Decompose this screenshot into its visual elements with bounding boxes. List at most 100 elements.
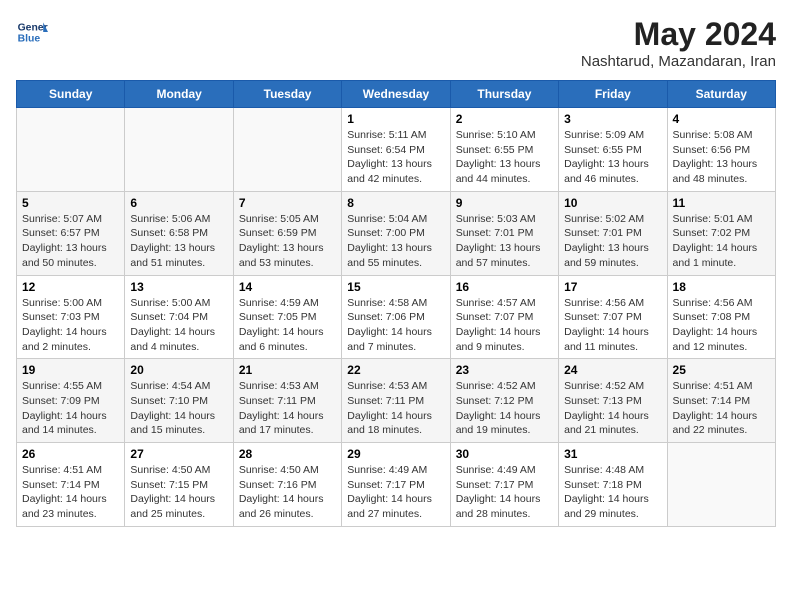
day-number: 12: [22, 280, 119, 294]
calendar-cell: 10 Sunrise: 5:02 AM Sunset: 7:01 PM Dayli…: [559, 191, 667, 275]
day-info: Sunrise: 4:49 AM Sunset: 7:17 PM Dayligh…: [456, 463, 553, 522]
day-info: Sunrise: 5:10 AM Sunset: 6:55 PM Dayligh…: [456, 128, 553, 187]
day-number: 13: [130, 280, 227, 294]
calendar-cell: 8 Sunrise: 5:04 AM Sunset: 7:00 PM Daylig…: [342, 191, 450, 275]
day-info: Sunrise: 5:02 AM Sunset: 7:01 PM Dayligh…: [564, 212, 661, 271]
day-info: Sunrise: 5:06 AM Sunset: 6:58 PM Dayligh…: [130, 212, 227, 271]
title-block: May 2024 Nashtarud, Mazandaran, Iran: [581, 16, 776, 70]
day-number: 22: [347, 363, 444, 377]
day-header-sunday: Sunday: [17, 81, 125, 108]
day-info: Sunrise: 4:52 AM Sunset: 7:12 PM Dayligh…: [456, 379, 553, 438]
calendar-cell: 23Sunrise: 4:52 AM Sunset: 7:12 PM Dayli…: [450, 359, 558, 443]
day-info: Sunrise: 5:04 AM Sunset: 7:00 PM Dayligh…: [347, 212, 444, 271]
day-number: 8: [347, 196, 444, 210]
day-number: 2: [456, 112, 553, 126]
calendar-cell: 24 Sunrise: 4:52 AM Sunset: 7:13 PM Dayli…: [559, 359, 667, 443]
day-number: 27: [130, 447, 227, 461]
day-info: Sunrise: 4:48 AM Sunset: 7:18 PM Dayligh…: [564, 463, 661, 522]
day-info: Sunrise: 5:09 AM Sunset: 6:55 PM Dayligh…: [564, 128, 661, 187]
calendar-cell: 4 Sunrise: 5:08 AM Sunset: 6:56 PM Daylig…: [667, 108, 775, 192]
day-info: Sunrise: 4:57 AM Sunset: 7:07 PM Dayligh…: [456, 296, 553, 355]
week-row-2: 5 Sunrise: 5:07 AM Sunset: 6:57 PM Daylig…: [17, 191, 776, 275]
calendar-cell: 20 Sunrise: 4:54 AM Sunset: 7:10 PM Dayli…: [125, 359, 233, 443]
day-number: 29: [347, 447, 444, 461]
calendar-cell: 30 Sunrise: 4:49 AM Sunset: 7:17 PM Dayli…: [450, 443, 558, 527]
day-info: Sunrise: 5:01 AM Sunset: 7:02 PM Dayligh…: [673, 212, 770, 271]
day-number: 31: [564, 447, 661, 461]
day-info: Sunrise: 4:55 AM Sunset: 7:09 PM Dayligh…: [22, 379, 119, 438]
logo-icon: General Blue: [16, 16, 48, 48]
days-header-row: SundayMondayTuesdayWednesdayThursdayFrid…: [17, 81, 776, 108]
day-header-wednesday: Wednesday: [342, 81, 450, 108]
calendar-cell: 12Sunrise: 5:00 AM Sunset: 7:03 PM Dayli…: [17, 275, 125, 359]
day-number: 16: [456, 280, 553, 294]
calendar-cell: 14 Sunrise: 4:59 AM Sunset: 7:05 PM Dayli…: [233, 275, 341, 359]
day-header-monday: Monday: [125, 81, 233, 108]
day-info: Sunrise: 4:52 AM Sunset: 7:13 PM Dayligh…: [564, 379, 661, 438]
day-number: 7: [239, 196, 336, 210]
day-header-friday: Friday: [559, 81, 667, 108]
day-number: 11: [673, 196, 770, 210]
day-info: Sunrise: 4:56 AM Sunset: 7:07 PM Dayligh…: [564, 296, 661, 355]
page-header: General Blue May 2024 Nashtarud, Mazanda…: [16, 16, 776, 70]
calendar-cell: 28Sunrise: 4:50 AM Sunset: 7:16 PM Dayli…: [233, 443, 341, 527]
day-info: Sunrise: 5:08 AM Sunset: 6:56 PM Dayligh…: [673, 128, 770, 187]
calendar-cell: [125, 108, 233, 192]
day-number: 20: [130, 363, 227, 377]
location: Nashtarud, Mazandaran, Iran: [581, 53, 776, 70]
calendar-cell: 19 Sunrise: 4:55 AM Sunset: 7:09 PM Dayli…: [17, 359, 125, 443]
calendar-cell: 3 Sunrise: 5:09 AM Sunset: 6:55 PM Daylig…: [559, 108, 667, 192]
day-number: 10: [564, 196, 661, 210]
calendar-cell: 15 Sunrise: 4:58 AM Sunset: 7:06 PM Dayli…: [342, 275, 450, 359]
day-number: 17: [564, 280, 661, 294]
day-number: 6: [130, 196, 227, 210]
day-info: Sunrise: 4:56 AM Sunset: 7:08 PM Dayligh…: [673, 296, 770, 355]
day-number: 5: [22, 196, 119, 210]
calendar-cell: 9 Sunrise: 5:03 AM Sunset: 7:01 PM Daylig…: [450, 191, 558, 275]
day-number: 21: [239, 363, 336, 377]
calendar-cell: 22 Sunrise: 4:53 AM Sunset: 7:11 PM Dayli…: [342, 359, 450, 443]
day-info: Sunrise: 4:49 AM Sunset: 7:17 PM Dayligh…: [347, 463, 444, 522]
day-info: Sunrise: 4:50 AM Sunset: 7:15 PM Dayligh…: [130, 463, 227, 522]
calendar-cell: 6 Sunrise: 5:06 AM Sunset: 6:58 PM Daylig…: [125, 191, 233, 275]
calendar-cell: 2 Sunrise: 5:10 AM Sunset: 6:55 PM Daylig…: [450, 108, 558, 192]
day-header-tuesday: Tuesday: [233, 81, 341, 108]
calendar-cell: 25Sunrise: 4:51 AM Sunset: 7:14 PM Dayli…: [667, 359, 775, 443]
day-info: Sunrise: 4:53 AM Sunset: 7:11 PM Dayligh…: [239, 379, 336, 438]
calendar-cell: 7 Sunrise: 5:05 AM Sunset: 6:59 PM Daylig…: [233, 191, 341, 275]
calendar-cell: 26 Sunrise: 4:51 AM Sunset: 7:14 PM Dayli…: [17, 443, 125, 527]
day-info: Sunrise: 5:11 AM Sunset: 6:54 PM Dayligh…: [347, 128, 444, 187]
day-number: 3: [564, 112, 661, 126]
day-number: 26: [22, 447, 119, 461]
day-info: Sunrise: 4:58 AM Sunset: 7:06 PM Dayligh…: [347, 296, 444, 355]
calendar-cell: 29 Sunrise: 4:49 AM Sunset: 7:17 PM Dayli…: [342, 443, 450, 527]
calendar-cell: 11 Sunrise: 5:01 AM Sunset: 7:02 PM Dayli…: [667, 191, 775, 275]
day-info: Sunrise: 5:05 AM Sunset: 6:59 PM Dayligh…: [239, 212, 336, 271]
day-number: 30: [456, 447, 553, 461]
calendar-cell: 27 Sunrise: 4:50 AM Sunset: 7:15 PM Dayli…: [125, 443, 233, 527]
day-number: 24: [564, 363, 661, 377]
day-info: Sunrise: 4:54 AM Sunset: 7:10 PM Dayligh…: [130, 379, 227, 438]
day-number: 15: [347, 280, 444, 294]
calendar-cell: [667, 443, 775, 527]
day-info: Sunrise: 5:03 AM Sunset: 7:01 PM Dayligh…: [456, 212, 553, 271]
day-number: 14: [239, 280, 336, 294]
calendar-cell: [233, 108, 341, 192]
month-title: May 2024: [581, 16, 776, 53]
week-row-1: 1Sunrise: 5:11 AM Sunset: 6:54 PM Daylig…: [17, 108, 776, 192]
day-number: 18: [673, 280, 770, 294]
day-info: Sunrise: 5:00 AM Sunset: 7:04 PM Dayligh…: [130, 296, 227, 355]
day-info: Sunrise: 4:51 AM Sunset: 7:14 PM Dayligh…: [22, 463, 119, 522]
calendar-cell: 17 Sunrise: 4:56 AM Sunset: 7:07 PM Dayli…: [559, 275, 667, 359]
calendar-cell: 16 Sunrise: 4:57 AM Sunset: 7:07 PM Dayli…: [450, 275, 558, 359]
day-number: 9: [456, 196, 553, 210]
day-info: Sunrise: 4:53 AM Sunset: 7:11 PM Dayligh…: [347, 379, 444, 438]
day-number: 4: [673, 112, 770, 126]
day-info: Sunrise: 5:07 AM Sunset: 6:57 PM Dayligh…: [22, 212, 119, 271]
calendar-cell: [17, 108, 125, 192]
day-number: 19: [22, 363, 119, 377]
day-info: Sunrise: 4:59 AM Sunset: 7:05 PM Dayligh…: [239, 296, 336, 355]
day-header-thursday: Thursday: [450, 81, 558, 108]
calendar-cell: 5 Sunrise: 5:07 AM Sunset: 6:57 PM Daylig…: [17, 191, 125, 275]
calendar-cell: 21 Sunrise: 4:53 AM Sunset: 7:11 PM Dayli…: [233, 359, 341, 443]
